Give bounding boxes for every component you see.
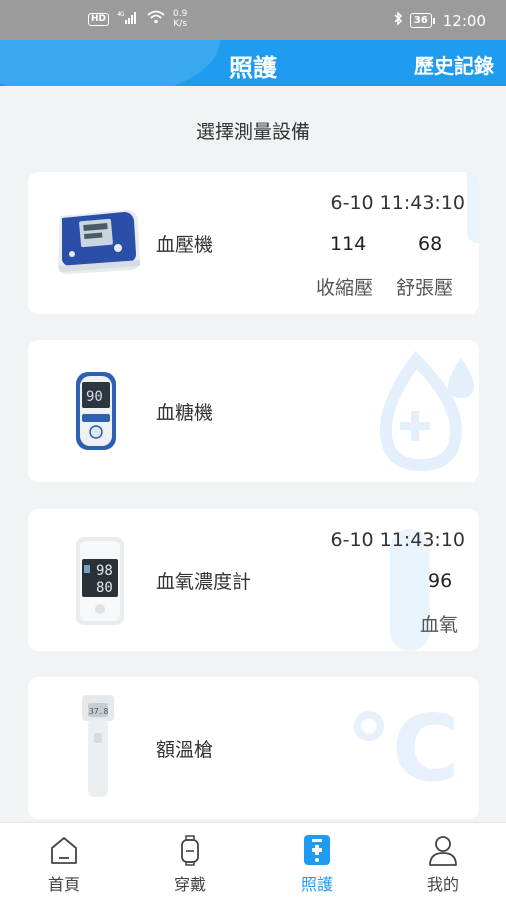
spo2-label: 血氧 xyxy=(420,614,459,636)
spo2-value: 96 xyxy=(428,570,453,592)
thermometer-screen-value: 37.8 xyxy=(89,707,108,716)
battery-icon: 36 xyxy=(409,13,435,28)
glucose-screen-value: 90 xyxy=(86,389,103,405)
nav-label-wearable: 穿戴 xyxy=(173,875,206,894)
nav-label-care: 照護 xyxy=(300,875,333,894)
clock: 12:00 xyxy=(442,11,486,30)
nav-item-home[interactable]: 首頁 xyxy=(24,833,104,895)
signal-type: 4G xyxy=(117,11,125,18)
app-header: 照護 歷史記錄 xyxy=(0,40,506,86)
glucose-meter-icon: 90 xyxy=(76,372,116,450)
systolic-value: 114 xyxy=(330,233,367,255)
nav-label-home: 首頁 xyxy=(47,875,80,894)
profile-icon xyxy=(429,836,457,866)
celsius-bg-icon: °C xyxy=(346,695,460,802)
watch-icon xyxy=(181,835,199,866)
pulse-oximeter-icon: 98 80 xyxy=(76,537,124,625)
reading-time: 6-10 11:43:10 xyxy=(330,529,466,551)
device-name: 額溫槍 xyxy=(156,739,214,761)
care-icon xyxy=(304,835,330,865)
speed-unit: K/s xyxy=(173,19,187,29)
device-card-blood-pressure[interactable]: 血壓機 6-10 11:43:10 114 68 收縮壓 舒張壓 xyxy=(28,172,479,314)
device-card-glucose[interactable]: 90 血糖機 xyxy=(28,340,479,482)
device-name: 血氧濃度計 xyxy=(156,571,252,593)
nav-item-care[interactable]: 照護 xyxy=(277,833,357,895)
glucose-drop-bg-icon xyxy=(379,350,474,472)
network-speed: 0.9 K/s xyxy=(173,9,187,29)
oximeter-screen-spo2: 98 xyxy=(96,563,113,579)
systolic-label: 收縮壓 xyxy=(316,277,374,299)
device-card-oximeter[interactable]: 98 80 血氧濃度計 6-10 11:43:10 96 血氧 xyxy=(28,509,479,651)
history-button[interactable]: 歷史記錄 xyxy=(414,50,494,79)
bottom-navigation: 首頁 穿戴 照護 我的 xyxy=(0,822,506,900)
nav-item-wearable[interactable]: 穿戴 xyxy=(150,833,230,895)
speed-value: 0.9 xyxy=(173,9,188,19)
device-card-thermometer[interactable]: °C 37.8 額溫槍 xyxy=(28,677,479,819)
bluetooth-icon xyxy=(393,11,403,30)
forehead-thermometer-icon: 37.8 xyxy=(82,695,114,797)
oximeter-screen-pulse: 80 xyxy=(96,580,113,596)
blood-pressure-monitor-icon xyxy=(58,210,140,274)
hd-icon: HD xyxy=(88,12,110,26)
section-subtitle: 選擇測量設備 xyxy=(195,121,310,143)
reading-time: 6-10 11:43:10 xyxy=(330,192,466,214)
device-name: 血壓機 xyxy=(156,234,214,256)
nav-label-profile: 我的 xyxy=(426,875,459,894)
diastolic-value: 68 xyxy=(418,233,443,255)
diastolic-label: 舒張壓 xyxy=(396,277,454,299)
home-icon xyxy=(51,837,77,864)
nav-item-profile[interactable]: 我的 xyxy=(403,833,483,895)
device-name: 血糖機 xyxy=(156,402,214,424)
status-bar: HD 4G 0.9 K/s 36 12:00 xyxy=(0,0,506,40)
signal-icon: 4G xyxy=(117,10,139,28)
wifi-icon xyxy=(147,10,165,28)
